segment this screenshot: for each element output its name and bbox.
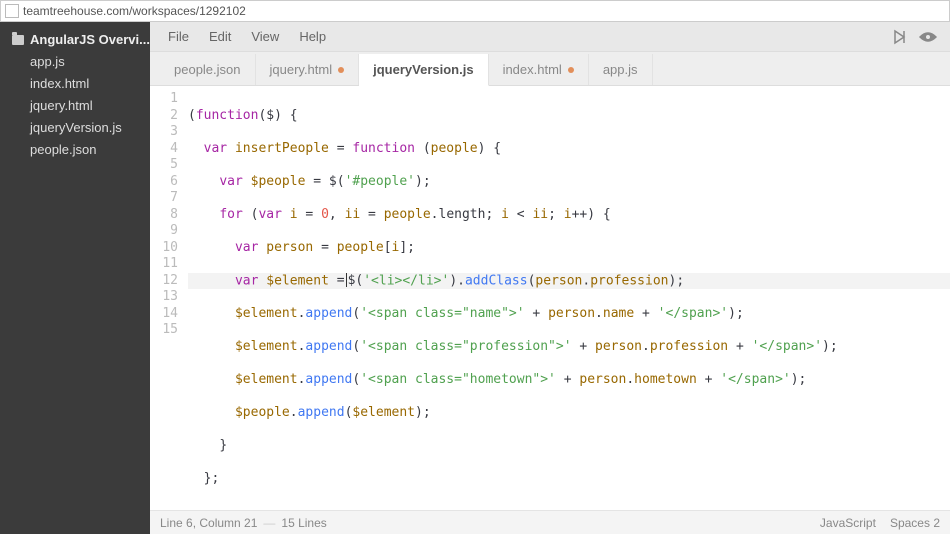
code-area[interactable]: (function($) { var insertPeople = functi…: [186, 86, 950, 510]
url-text: teamtreehouse.com/workspaces/1292102: [23, 4, 246, 18]
preview-icon[interactable]: [914, 26, 942, 48]
modified-dot-icon: [568, 67, 574, 73]
menu-help[interactable]: Help: [289, 25, 336, 48]
menu-file[interactable]: File: [158, 25, 199, 48]
separator: —: [263, 516, 275, 530]
sidebar-file[interactable]: index.html: [0, 73, 150, 95]
tab-jquery-html[interactable]: jquery.html: [256, 54, 360, 85]
url-bar[interactable]: teamtreehouse.com/workspaces/1292102: [0, 0, 950, 22]
sidebar-file[interactable]: jqueryVersion.js: [0, 117, 150, 139]
menubar: File Edit View Help: [150, 22, 950, 52]
indent-mode[interactable]: Spaces 2: [890, 516, 940, 530]
project-header[interactable]: AngularJS Overvi...: [0, 28, 150, 51]
workspace: AngularJS Overvi... app.js index.html jq…: [0, 22, 950, 534]
statusbar: Line 6, Column 21 — 15 Lines JavaScript …: [150, 510, 950, 534]
tab-label: index.html: [503, 62, 562, 77]
sidebar-file[interactable]: jquery.html: [0, 95, 150, 117]
tab-index-html[interactable]: index.html: [489, 54, 589, 85]
tab-label: app.js: [603, 62, 638, 77]
project-name: AngularJS Overvi...: [30, 32, 150, 47]
tab-label: jquery.html: [270, 62, 333, 77]
main: File Edit View Help people.json jquery.h…: [150, 22, 950, 534]
editor[interactable]: 1234 5678 9101112 131415 (function($) { …: [150, 86, 950, 510]
sidebar-file[interactable]: app.js: [0, 51, 150, 73]
page-icon: [5, 4, 19, 18]
run-icon[interactable]: [886, 26, 914, 48]
language-mode[interactable]: JavaScript: [820, 516, 876, 530]
menu-edit[interactable]: Edit: [199, 25, 241, 48]
cursor-position: Line 6, Column 21: [160, 516, 257, 530]
tab-label: people.json: [174, 62, 241, 77]
tab-label: jqueryVersion.js: [373, 62, 473, 77]
modified-dot-icon: [338, 67, 344, 73]
folder-icon: [12, 35, 24, 45]
tab-jqueryversion-js[interactable]: jqueryVersion.js: [359, 54, 488, 86]
gutter: 1234 5678 9101112 131415: [150, 86, 186, 510]
menu-view[interactable]: View: [241, 25, 289, 48]
tab-people-json[interactable]: people.json: [160, 54, 256, 85]
tabbar: people.json jquery.html jqueryVersion.js…: [150, 52, 950, 86]
tab-app-js[interactable]: app.js: [589, 54, 653, 85]
sidebar: AngularJS Overvi... app.js index.html jq…: [0, 22, 150, 534]
line-count: 15 Lines: [281, 516, 326, 530]
sidebar-file[interactable]: people.json: [0, 139, 150, 161]
